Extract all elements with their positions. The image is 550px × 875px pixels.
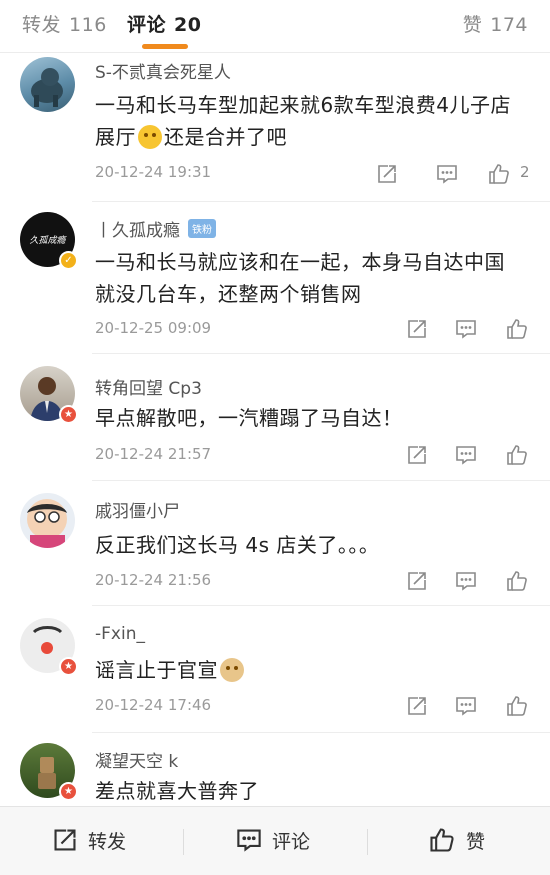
tab-comments-count: 20 <box>174 14 202 36</box>
verified-badge-icon: ✓ <box>59 251 78 270</box>
avatar-image <box>20 57 75 112</box>
avatar-image <box>20 493 75 548</box>
comment-icon[interactable] <box>453 568 479 594</box>
share-icon[interactable] <box>374 161 400 187</box>
tab-likes-count: 174 <box>490 14 528 36</box>
comment-icon[interactable] <box>434 161 460 187</box>
comment-text: 一马和长马车型加起来就6款车型浪费4儿子店展厅 还是合并了吧 <box>95 89 525 153</box>
comment-username[interactable]: 戚羽僵小尸 <box>95 497 180 522</box>
avatar[interactable]: ★ <box>20 618 78 676</box>
avatar[interactable] <box>20 493 75 548</box>
tab-likes-label: 赞 <box>462 14 483 36</box>
comment-username-text: 丨久孤成瘾 <box>95 221 180 241</box>
comment-item: 戚羽僵小尸 反正我们这长马 4s 店关了。。。 20-12-24 21:56 <box>0 481 550 606</box>
comment-icon[interactable] <box>453 316 479 342</box>
comment-username[interactable]: -Fxin_ <box>95 624 145 644</box>
comment-actions <box>350 316 550 342</box>
comment-button-label: 评论 <box>272 830 311 853</box>
share-icon[interactable] <box>404 568 430 594</box>
divider <box>367 829 368 855</box>
avatar[interactable]: ★ <box>20 743 78 801</box>
like-icon[interactable] <box>504 442 530 468</box>
like-icon[interactable] <box>504 316 530 342</box>
tab-comments-label: 评论 <box>127 14 167 36</box>
comment-text: 差点就喜大普奔了 <box>95 779 259 803</box>
avatar[interactable]: 久孤成瘾 ✓ <box>20 212 78 270</box>
share-icon[interactable] <box>404 442 430 468</box>
share-icon <box>54 829 76 851</box>
comment-username[interactable]: S-不贰真会死星人 <box>95 58 231 83</box>
avatar[interactable]: ★ <box>20 366 78 424</box>
comment-text: 反正我们这长马 4s 店关了。。。 <box>95 533 380 557</box>
thinking-emoji-icon <box>138 125 162 149</box>
like-icon[interactable] <box>486 161 512 187</box>
comment-username[interactable]: 丨久孤成瘾 铁粉 <box>95 216 216 241</box>
comment-time: 20-12-24 21:57 <box>95 445 212 463</box>
member-badge-icon: ★ <box>59 657 78 676</box>
comment-username[interactable]: 转角回望 Cp3 <box>95 374 202 399</box>
comment-item: 久孤成瘾 ✓ 丨久孤成瘾 铁粉 一马和长马就应该和在一起，本身马自达中国就没几台车… <box>0 202 550 354</box>
comment-text: 一马和长马就应该和在一起，本身马自达中国就没几台车，还整两个销售网 <box>95 250 505 306</box>
avatar[interactable] <box>20 57 75 112</box>
comment-text: 早点解散吧，一汽糟蹋了马自达！ <box>95 406 403 430</box>
tab-repost[interactable]: 转发 116 <box>22 10 107 37</box>
comment-tabs: 转发 116 评论 20 赞 174 <box>0 0 550 53</box>
comment-time: 20-12-25 09:09 <box>95 319 212 337</box>
doge-emoji-icon <box>220 658 244 682</box>
comment-button[interactable]: 评论 <box>236 823 310 857</box>
tab-repost-label: 转发 <box>22 14 62 36</box>
comment-actions <box>350 568 550 594</box>
comment-time: 20-12-24 17:46 <box>95 696 212 714</box>
comment-icon[interactable] <box>453 442 479 468</box>
comment-item: S-不贰真会死星人 一马和长马车型加起来就6款车型浪费4儿子店展厅 还是合并了吧 … <box>0 53 550 202</box>
like-button[interactable]: 赞 <box>428 823 485 857</box>
comment-item: ★ 转角回望 Cp3 早点解散吧，一汽糟蹋了马自达！ 20-12-24 21:5… <box>0 354 550 481</box>
comment-time: 20-12-24 21:56 <box>95 571 212 589</box>
share-icon[interactable] <box>404 316 430 342</box>
like-count: 2 <box>520 163 530 181</box>
comment-text: 谣言止于官宣 <box>95 654 525 686</box>
avatar-text: 久孤成瘾 <box>29 236 66 246</box>
like-icon[interactable] <box>504 568 530 594</box>
member-badge-icon: ★ <box>59 782 78 801</box>
fan-badge: 铁粉 <box>188 219 216 238</box>
comment-actions: 2 <box>350 161 550 187</box>
bottom-action-bar: 转发 评论 赞 <box>0 806 550 875</box>
comment-username[interactable]: 凝望天空 k <box>95 747 178 772</box>
comment-item: ★ -Fxin_ 谣言止于官宣 20-12-24 17:46 <box>0 606 550 733</box>
tab-repost-count: 116 <box>69 14 107 36</box>
comment-actions <box>350 693 550 719</box>
repost-button[interactable]: 转发 <box>52 823 126 857</box>
comment-time: 20-12-24 19:31 <box>95 163 212 181</box>
share-icon[interactable] <box>404 693 430 719</box>
tab-comments[interactable]: 评论 20 <box>127 10 201 37</box>
like-icon[interactable] <box>504 693 530 719</box>
comment-actions <box>350 442 550 468</box>
active-tab-indicator <box>142 44 188 49</box>
comment-text-part-2: 还是合并了吧 <box>164 125 287 149</box>
like-button-label: 赞 <box>466 830 486 853</box>
comment-item: ★ 凝望天空 k 差点就喜大普奔了 <box>0 733 550 806</box>
divider <box>183 829 184 855</box>
comment-icon <box>237 829 261 852</box>
member-badge-icon: ★ <box>59 405 78 424</box>
comment-text-content: 谣言止于官宣 <box>95 658 218 682</box>
comment-icon[interactable] <box>453 693 479 719</box>
tab-likes[interactable]: 赞 174 <box>463 10 528 37</box>
comment-list: S-不贰真会死星人 一马和长马车型加起来就6款车型浪费4儿子店展厅 还是合并了吧 … <box>0 53 550 806</box>
like-icon <box>430 828 454 852</box>
repost-button-label: 转发 <box>88 830 127 853</box>
